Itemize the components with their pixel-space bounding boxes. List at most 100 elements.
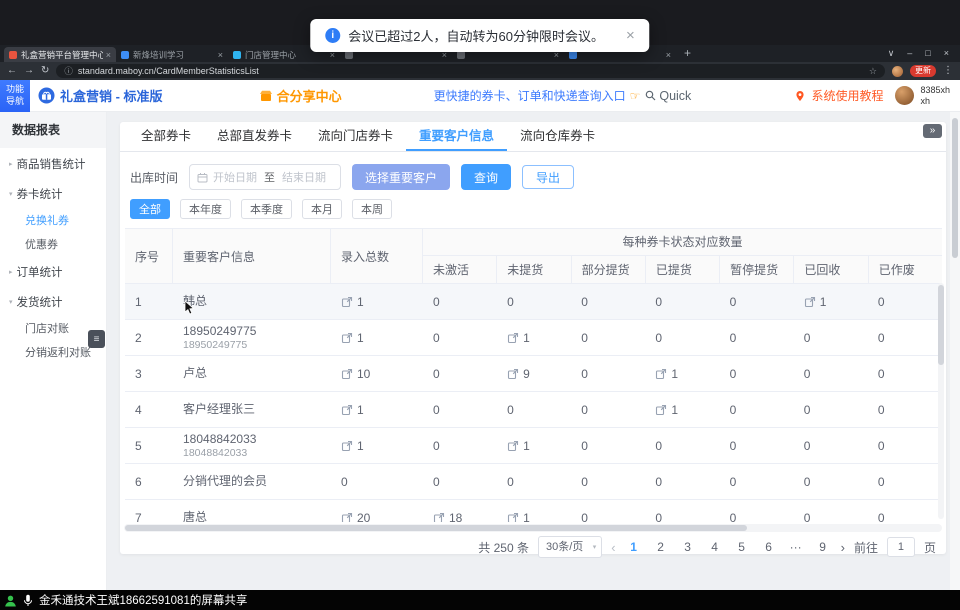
status-count-cell: 0 — [868, 500, 942, 522]
row-index-cell: 1 — [125, 284, 173, 319]
browser-update-button[interactable]: 更新 — [910, 65, 936, 77]
page-number-2[interactable]: 2 — [652, 540, 670, 554]
tab-store-flow-cards[interactable]: 流向门店券卡 — [305, 122, 406, 151]
chip-this-quarter[interactable]: 本季度 — [241, 199, 292, 219]
chip-all[interactable]: 全部 — [130, 199, 170, 219]
system-tutorial-link[interactable]: 系统使用教程 — [811, 87, 883, 104]
refresh-icon[interactable]: ↻ — [41, 66, 49, 76]
page-number-9[interactable]: 9 — [814, 540, 832, 554]
sidebar-item-exchange-coupon[interactable]: 兑换礼券 — [0, 208, 106, 232]
total-count: 共 250 条 — [478, 539, 529, 556]
tab-search-icon[interactable]: ∨ — [888, 48, 895, 59]
quick-search-button[interactable]: Quick — [645, 89, 691, 103]
chip-this-year[interactable]: 本年度 — [180, 199, 231, 219]
tab-warehouse-flow-cards[interactable]: 流向仓库券卡 — [507, 122, 608, 151]
maximize-icon[interactable]: □ — [925, 48, 930, 59]
status-count-cell[interactable]: 1 — [497, 428, 571, 463]
toast-close-icon[interactable]: × — [626, 28, 635, 43]
page-number-5[interactable]: 5 — [733, 540, 751, 554]
browser-tab-2[interactable]: 新烽培训学习 × — [116, 47, 228, 62]
search-button[interactable]: 查询 — [461, 164, 511, 190]
next-page-button[interactable]: › — [841, 540, 845, 555]
sidebar-item-coupon-stats[interactable]: ▾ 券卡统计 — [0, 180, 106, 208]
page-number-4[interactable]: 4 — [706, 540, 724, 554]
row-index-cell: 5 — [125, 428, 173, 463]
status-count-cell: 0 — [423, 284, 497, 319]
minimize-icon[interactable]: – — [907, 48, 912, 59]
page-scrollbar[interactable] — [950, 112, 960, 590]
table-row[interactable]: 4客户经理张三10001000 — [125, 392, 942, 428]
sidebar-item-shipping-stats[interactable]: ▾ 发货统计 — [0, 288, 106, 316]
brand-name: 礼盒营销 - 标准版 — [60, 86, 163, 105]
share-center-link[interactable]: 合分享中心 — [259, 86, 342, 105]
scrollbar-thumb[interactable] — [938, 285, 944, 365]
page-number-3[interactable]: 3 — [679, 540, 697, 554]
chip-this-month[interactable]: 本月 — [302, 199, 342, 219]
date-range-input[interactable]: 开始日期 至 结束日期 — [189, 164, 341, 190]
status-count-cell[interactable]: 1 — [645, 392, 719, 427]
vertical-scrollbar[interactable] — [938, 283, 944, 519]
total-count-cell[interactable]: 10 — [331, 356, 423, 391]
table-row[interactable]: 6分销代理的会员00000000 — [125, 464, 942, 500]
total-count-cell[interactable]: 1 — [331, 392, 423, 427]
status-count-cell[interactable]: 1 — [794, 284, 868, 319]
drag-handle[interactable]: ≡ — [88, 330, 105, 348]
close-icon[interactable]: × — [944, 48, 949, 59]
tab-close-icon[interactable]: × — [106, 50, 111, 60]
total-count-cell: 0 — [331, 464, 423, 499]
site-info-icon[interactable]: ⓘ — [64, 65, 73, 77]
table-row[interactable]: 3卢总100901000 — [125, 356, 942, 392]
browser-profile-avatar[interactable] — [892, 66, 903, 77]
browser-menu-icon[interactable]: ⋮ — [943, 66, 953, 76]
sidebar-item-order-stats[interactable]: ▸ 订单统计 — [0, 258, 106, 286]
date-filter-label: 出库时间 — [130, 169, 178, 186]
total-count-cell[interactable]: 1 — [331, 320, 423, 355]
col-header-total: 录入总数 — [331, 229, 423, 283]
scrollbar-thumb[interactable] — [125, 525, 747, 531]
scrollbar-thumb[interactable] — [952, 118, 958, 258]
prev-page-button[interactable]: ‹ — [611, 540, 615, 555]
total-count-cell[interactable]: 1 — [331, 284, 423, 319]
tab-important-customers[interactable]: 重要客户信息 — [406, 122, 507, 151]
back-icon[interactable]: ← — [7, 66, 17, 76]
url-bar[interactable]: ⓘ standard.maboy.cn/CardMemberStatistics… — [56, 64, 885, 78]
forward-icon[interactable]: → — [24, 66, 34, 76]
sidebar-item-product-sales-stats[interactable]: ▸ 商品销售统计 — [0, 150, 106, 178]
collapse-panel-button[interactable]: » — [923, 124, 942, 138]
user-avatar[interactable] — [895, 86, 914, 105]
tab-hq-direct-cards[interactable]: 总部直发券卡 — [204, 122, 305, 151]
status-count-cell[interactable]: 9 — [497, 356, 571, 391]
tab-all-cards[interactable]: 全部券卡 — [128, 122, 204, 151]
brand-logo[interactable]: 礼盒营销 - 标准版 — [38, 86, 163, 105]
page-number-1[interactable]: 1 — [625, 540, 643, 554]
select-important-customer-button[interactable]: 选择重要客户 — [352, 164, 450, 190]
table-row[interactable]: 2189502497751895024977510100000 — [125, 320, 942, 356]
total-count-cell[interactable]: 20 — [331, 500, 423, 522]
status-count-cell[interactable]: 1 — [645, 356, 719, 391]
bookmark-star-icon[interactable]: ☆ — [869, 66, 877, 77]
user-name-block[interactable]: 8385xh xh — [920, 85, 950, 107]
table-row[interactable]: 5180488420331804884203310100000 — [125, 428, 942, 464]
page-ellipsis[interactable]: ··· — [787, 540, 805, 554]
tab-close-icon[interactable]: × — [218, 50, 223, 60]
function-nav-button[interactable]: 功能 导航 — [0, 80, 30, 112]
page-number-6[interactable]: 6 — [760, 540, 778, 554]
chip-this-week[interactable]: 本周 — [352, 199, 392, 219]
table-row[interactable]: 7唐总2018100000 — [125, 500, 942, 522]
browser-tab-1[interactable]: 礼盒营销平台管理中心 × — [4, 47, 116, 62]
status-count-cell[interactable]: 18 — [423, 500, 497, 522]
goto-page-input[interactable] — [887, 537, 915, 557]
page-size-select[interactable]: 30条/页 ▾ — [538, 536, 602, 558]
horizontal-scrollbar[interactable] — [124, 524, 942, 532]
total-count-cell[interactable]: 1 — [331, 428, 423, 463]
status-count-cell[interactable]: 1 — [497, 500, 571, 522]
new-tab-button[interactable]: + — [684, 46, 691, 60]
table-row[interactable]: 1韩总10000010 — [125, 284, 942, 320]
tab-close-icon[interactable]: × — [666, 50, 671, 60]
customer-cell: 韩总 — [173, 284, 331, 319]
status-count-cell[interactable]: 1 — [497, 320, 571, 355]
microphone-icon[interactable] — [23, 594, 33, 607]
sidebar-item-discount-coupon[interactable]: 优惠券 — [0, 232, 106, 256]
status-count-cell: 0 — [423, 428, 497, 463]
export-button[interactable]: 导出 — [522, 165, 574, 189]
